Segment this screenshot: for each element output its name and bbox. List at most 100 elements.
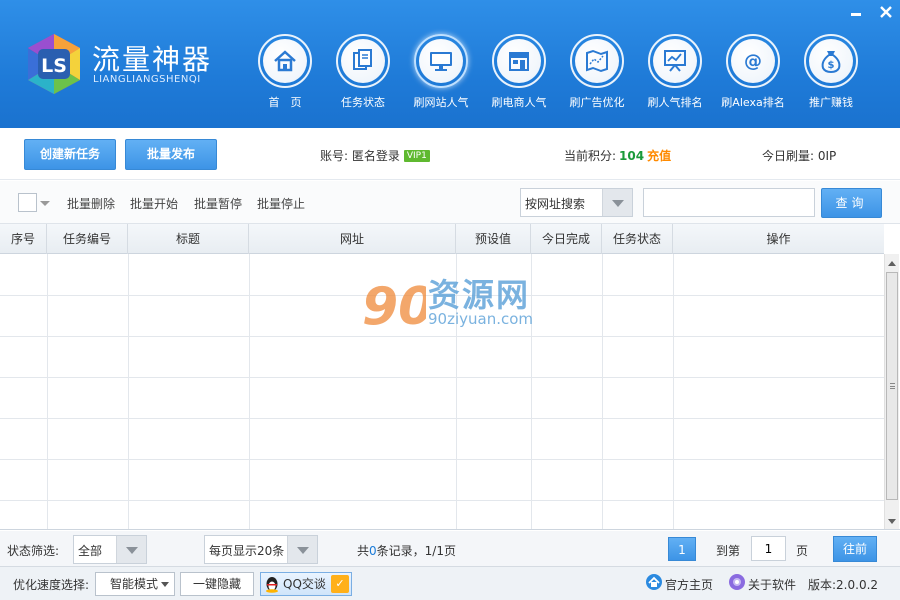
action-bar: 创建新任务 批量发布 账号: 匿名登录 VIP1 当前积分: 104 充值 今日刷量… [0,128,900,180]
nav-task-status[interactable]: 任务状态 [324,34,402,110]
record-summary: 共0条记录，1/1页 [357,542,456,559]
mode-select[interactable]: 智能模式 [95,572,175,596]
status-bar: 优化速度选择: 智能模式 一键隐藏 QQ交谈 ✓ 官方主页 关于软件 版本:2.… [0,567,900,600]
homepage-link[interactable]: 官方主页 [665,576,713,593]
record-prefix: 共 [357,544,370,558]
record-suffix: 条记录，1/1页 [376,544,456,558]
svg-text:@: @ [744,51,762,72]
nav-home[interactable]: 首 页 [246,34,324,110]
table-row [0,337,884,378]
speed-label: 优化速度选择: [13,578,90,592]
grid-line [47,254,48,529]
mode-value: 智能模式 [110,577,159,591]
nav-popularity-ranking[interactable]: 刷人气排名 [636,34,714,110]
batch-stop-button[interactable]: 批量停止 [257,195,305,212]
status-filter-label: 状态筛选: [7,544,60,558]
nav-alexa-ranking-label: 刷Alexa排名 [721,96,785,109]
go-button[interactable]: 往前 [833,536,877,562]
goto-label: 到第 [716,544,741,558]
minimize-icon[interactable] [848,4,864,20]
version-label: 版本:2.0.0.2 [808,578,879,592]
nav-home-label: 首 页 [268,96,302,109]
scroll-down-icon[interactable] [888,519,896,524]
close-icon[interactable] [878,4,894,20]
dropdown-arrow-icon [287,536,317,563]
qq-chat-label: QQ交谈 [283,577,326,591]
chevron-down-icon[interactable] [40,201,50,206]
nav-website-traffic[interactable]: 刷网站人气 [402,34,480,110]
batch-pause-button[interactable]: 批量暂停 [194,195,242,212]
monitor-icon [430,52,452,71]
batch-publish-button[interactable]: 批量发布 [125,139,217,170]
watermark-logo-icon: 90 [362,277,426,336]
col-preset[interactable]: 预设值 [456,224,531,254]
nav-popularity-ranking-label: 刷人气排名 [647,96,703,109]
points-value: 104 [619,149,645,163]
home-icon [274,50,296,72]
col-index[interactable]: 序号 [0,224,47,254]
svg-text:$: $ [828,60,835,71]
account-info: 账号: 匿名登录 VIP1 [320,147,430,164]
status-filter-select[interactable]: 全部 [73,535,147,564]
col-actions[interactable]: 操作 [673,224,884,254]
dropdown-arrow-icon [116,536,146,563]
vip-badge: VIP1 [403,149,430,162]
batch-start-button[interactable]: 批量开始 [130,195,178,212]
per-page-select[interactable]: 每页显示20条 [204,535,318,564]
search-type-value: 按网址搜索 [525,197,586,211]
batch-delete-button[interactable]: 批量删除 [67,195,115,212]
col-task-id[interactable]: 任务编号 [47,224,128,254]
info-icon[interactable] [728,573,746,591]
hide-button[interactable]: 一键隐藏 [180,572,254,596]
nav-promote-earn[interactable]: $ 推广赚钱 [792,34,870,110]
table-row [0,419,884,460]
nav-ecommerce-traffic[interactable]: 刷电商人气 [480,34,558,110]
check-icon: ✓ [331,575,349,593]
nav-alexa-ranking[interactable]: @ 刷Alexa排名 [714,34,792,110]
query-button[interactable]: 查询 [821,188,882,218]
presentation-chart-icon [664,50,686,72]
grid-line [249,254,250,529]
table-header: 序号 任务编号 标题 网址 预设值 今日完成 任务状态 操作 [0,224,884,254]
qq-penguin-icon [266,577,278,593]
grid-line [673,254,674,529]
pager-bar: 状态筛选: 全部 每页显示20条 共0条记录，1/1页 1 到第 页 往前 [0,531,900,567]
brand-subtitle: LIANGLIANGSHENQI [93,74,201,85]
svg-text:LS: LS [41,55,67,77]
recharge-link[interactable]: 充值 [647,149,671,163]
table-row [0,460,884,501]
account-label: 账号: 匿名登录 [320,149,400,163]
scroll-up-icon[interactable] [888,261,896,266]
watermark: 90 资源网 90ziyuan.com [360,268,560,338]
col-today-done[interactable]: 今日完成 [531,224,602,254]
today-traffic: 今日刷量: 0IP [762,149,837,163]
create-task-button[interactable]: 创建新任务 [24,139,116,170]
nav-ad-optimization[interactable]: 刷广告优化 [558,34,636,110]
chevron-down-icon [161,582,169,587]
app-header: LS 流量神器 LIANGLIANGSHENQI 首 页 任务状态 刷网站人气 [0,0,900,128]
scrollbar-thumb[interactable] [886,272,898,500]
search-input[interactable] [643,188,815,217]
points-label: 当前积分: [564,149,617,163]
main-nav: 首 页 任务状态 刷网站人气 刷电商人气 刷广告优化 刷人气排名 @ 刷Alex… [246,34,870,110]
money-bag-icon: $ [821,51,841,74]
qq-chat-button[interactable]: QQ交谈 ✓ [260,572,352,596]
dropdown-arrow-icon [602,189,632,216]
col-url[interactable]: 网址 [249,224,456,254]
nav-task-status-label: 任务状态 [341,96,385,109]
col-title[interactable]: 标题 [128,224,249,254]
about-link[interactable]: 关于软件 [748,576,796,593]
home-icon[interactable] [645,573,663,591]
nav-website-traffic-label: 刷网站人气 [413,96,469,109]
at-icon: @ [744,51,762,72]
search-type-select[interactable]: 按网址搜索 [520,188,633,217]
goto-page-input[interactable] [751,536,786,561]
watermark-subtext: 90ziyuan.com [428,310,534,328]
app-logo: LS [22,32,86,96]
col-status[interactable]: 任务状态 [602,224,673,254]
current-page-button[interactable]: 1 [668,537,696,561]
task-table: 序号 任务编号 标题 网址 预设值 今日完成 任务状态 操作 90 资源网 90… [0,224,900,530]
nav-ecommerce-traffic-label: 刷电商人气 [491,96,547,109]
vertical-scrollbar[interactable] [884,254,899,529]
select-all-checkbox[interactable] [18,193,37,212]
